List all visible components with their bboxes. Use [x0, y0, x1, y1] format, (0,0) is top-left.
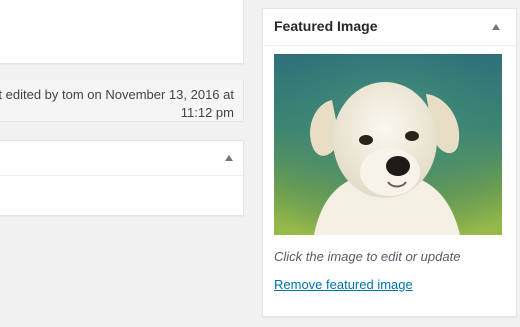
collapse-arrow-icon[interactable] — [225, 155, 233, 161]
featured-image-thumbnail[interactable] — [274, 54, 502, 235]
puppy-image — [274, 54, 502, 235]
editor-box — [0, 0, 244, 64]
collapse-arrow-icon[interactable] — [492, 24, 500, 30]
featured-image-box: Featured Image Click the image to edit o… — [262, 8, 517, 317]
last-edited-bar: t edited by tom on November 13, 2016 at … — [0, 80, 244, 122]
featured-image-title: Featured Image — [274, 18, 378, 34]
last-edited-text: t edited by tom on November 13, 2016 at … — [0, 87, 234, 120]
remove-featured-image-link[interactable]: Remove featured image — [274, 277, 413, 292]
meta-box-header[interactable] — [0, 141, 243, 176]
featured-image-header[interactable]: Featured Image — [263, 9, 516, 46]
featured-image-hint: Click the image to edit or update — [274, 249, 461, 264]
meta-box-panel — [0, 140, 244, 216]
